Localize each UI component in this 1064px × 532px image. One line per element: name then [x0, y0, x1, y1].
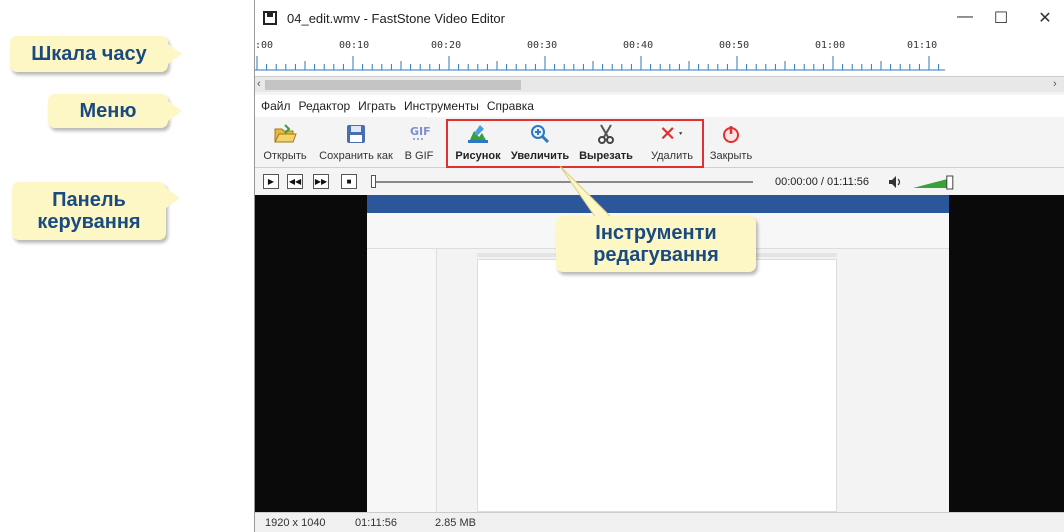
callout-connector	[559, 165, 614, 219]
callout-edit-tools-line2: редагування	[593, 244, 719, 266]
callout-edit-tools: Інструменти редагування	[556, 216, 756, 272]
callout-edit-tools-line1: Інструменти	[595, 222, 717, 244]
screenshot-stage: Шкала часу Меню Панель керування 04_edit…	[0, 0, 1064, 532]
